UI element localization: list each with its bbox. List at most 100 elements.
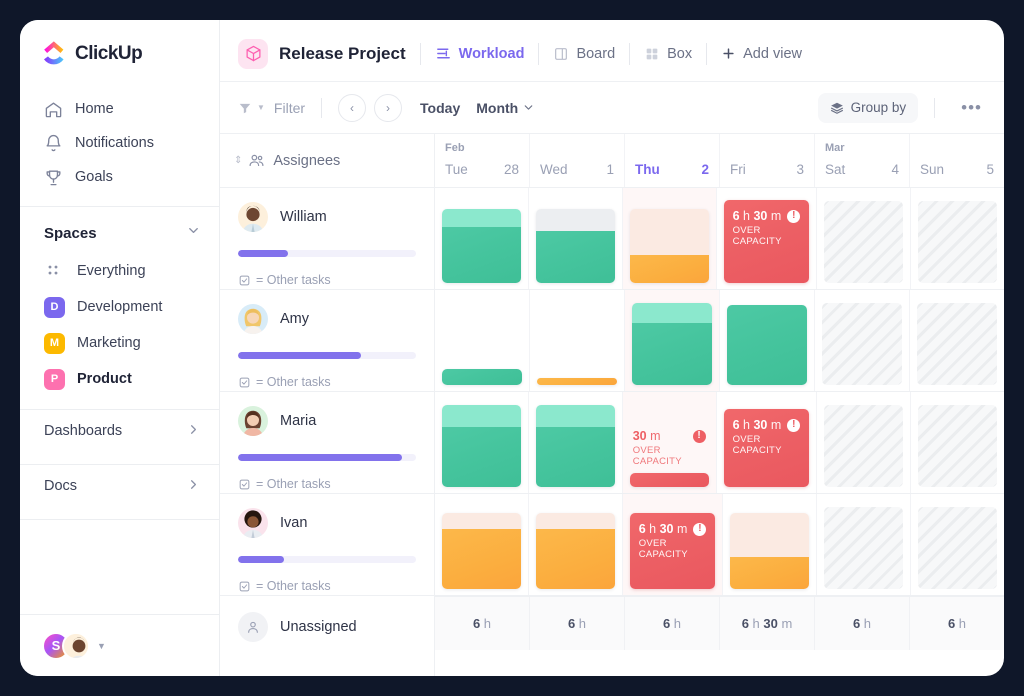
next-period-button[interactable]: › (374, 93, 403, 122)
assignee-row-amy[interactable]: Amy = Other tasks (220, 290, 434, 392)
assignee-identity: Unassigned (238, 612, 416, 642)
calendar-cell[interactable] (529, 290, 624, 391)
divider (706, 42, 708, 65)
other-tasks-row[interactable]: = Other tasks (238, 579, 416, 593)
sidebar-item-notifications[interactable]: Notifications (20, 126, 219, 160)
day-header-sun[interactable]: Sun 5 (909, 134, 1004, 187)
project-cube-icon (238, 38, 268, 69)
tab-box[interactable]: Box (644, 46, 692, 62)
day-header-sat[interactable]: Mar Sat 4 (814, 134, 909, 187)
workload-block[interactable] (537, 378, 617, 385)
calendar-cell[interactable] (909, 290, 1004, 391)
workload-block[interactable] (535, 209, 615, 283)
workload-block[interactable] (629, 209, 709, 283)
assignee-row-william[interactable]: William = Other tasks (220, 188, 434, 290)
chevron-down-icon[interactable]: ▼ (97, 641, 106, 651)
brand-logo[interactable]: ClickUp (20, 26, 219, 82)
calendar-cell[interactable]: 30 m! OVER CAPACITY (621, 392, 716, 493)
day-header-tue[interactable]: Feb Tue 28 (435, 134, 529, 187)
calendar-cell[interactable] (816, 188, 911, 289)
total-cell: 6 h (624, 597, 719, 650)
calendar-cell[interactable] (527, 188, 622, 289)
calendar-cell[interactable] (527, 494, 622, 595)
sidebar-item-product[interactable]: P Product (20, 361, 219, 397)
workload-block[interactable] (442, 209, 521, 283)
divider (629, 42, 631, 65)
calendar-cell[interactable] (435, 188, 528, 289)
capacity-progress-bar (238, 250, 416, 257)
workload-block[interactable] (629, 473, 709, 487)
calendar-cell[interactable] (814, 290, 909, 391)
workload-block[interactable] (727, 305, 807, 385)
spaces-section-header[interactable]: Spaces (20, 213, 219, 253)
over-capacity-block[interactable]: 6 h 30 m! OVER CAPACITY (723, 409, 810, 487)
calendar-cell[interactable] (816, 494, 911, 595)
assignee-row-ivan[interactable]: Ivan = Other tasks (220, 494, 434, 596)
other-tasks-label: = Other tasks (256, 273, 331, 287)
sidebar-item-everything[interactable]: Everything (20, 253, 219, 289)
sort-icon[interactable]: ⇕ (234, 155, 242, 166)
assignee-row-unassigned[interactable]: Unassigned (220, 596, 434, 660)
workload-segment (442, 227, 521, 283)
workload-block[interactable] (535, 513, 615, 589)
calendar-cell[interactable] (719, 290, 814, 391)
calendar-cell[interactable] (624, 290, 719, 391)
sidebar-item-development[interactable]: D Development (20, 289, 219, 325)
filter-button[interactable]: ▼ Filter (238, 100, 305, 116)
calendar-cell[interactable]: 6 h 30 m! OVER CAPACITY (715, 188, 817, 289)
sidebar-item-marketing[interactable]: M Marketing (20, 325, 219, 361)
chevron-down-icon[interactable] (186, 223, 201, 243)
add-view-button[interactable]: Add view (721, 46, 802, 62)
total-cell: 6 h (472, 616, 492, 631)
calendar-cell[interactable] (816, 392, 911, 493)
checkbox-task-icon (238, 274, 251, 287)
grid-dots-icon (44, 261, 65, 282)
calendar-cell[interactable] (722, 494, 816, 595)
range-select[interactable]: Month (476, 100, 535, 116)
add-view-label: Add view (743, 45, 802, 62)
assignee-row-maria[interactable]: Maria = Other tasks (220, 392, 434, 494)
assignees-header[interactable]: ⇕ Assignees (220, 134, 434, 188)
tab-workload[interactable]: Workload (435, 45, 524, 62)
over-capacity-block[interactable]: 6 h 30 m! OVER CAPACITY (723, 200, 810, 283)
over-capacity-block[interactable]: 6 h 30 m! OVER CAPACITY (629, 513, 716, 589)
workload-block[interactable] (535, 405, 615, 487)
other-tasks-row[interactable]: = Other tasks (238, 273, 416, 287)
workload-block[interactable] (442, 369, 522, 385)
other-tasks-row[interactable]: = Other tasks (238, 477, 416, 491)
calendar-cell[interactable]: 6 h 30 m! OVER CAPACITY (715, 392, 817, 493)
sidebar-item-home[interactable]: Home (20, 92, 219, 126)
calendar-cell[interactable]: 6 h 30 m! OVER CAPACITY (621, 494, 723, 595)
avatar-stack[interactable]: S (42, 631, 90, 660)
workspace-switcher[interactable]: S ▼ (20, 614, 219, 676)
workload-block[interactable] (442, 513, 521, 589)
other-tasks-row[interactable]: = Other tasks (238, 375, 416, 389)
sidebar-item-dashboards[interactable]: Dashboards (20, 410, 219, 452)
sidebar-item-docs[interactable]: Docs (20, 465, 219, 507)
calendar-cell[interactable] (435, 392, 528, 493)
workload-block[interactable] (632, 303, 712, 385)
tab-board[interactable]: Board (553, 46, 615, 62)
calendar-cell[interactable] (910, 494, 1004, 595)
workload-block[interactable] (442, 405, 521, 487)
weekend-cell (918, 507, 997, 589)
day-header-wed[interactable]: Wed 1 (529, 134, 624, 187)
workload-row: 30 m! OVER CAPACITY 6 h 30 m! OVER CAPACITY (435, 392, 1004, 494)
today-button[interactable]: Today (420, 100, 460, 116)
day-header-fri[interactable]: Fri 3 (719, 134, 814, 187)
calendar-cell[interactable] (435, 290, 529, 391)
day-header-thu[interactable]: Thu 2 (624, 134, 719, 187)
group-by-button[interactable]: Group by (817, 92, 919, 123)
calendar-cell[interactable] (527, 392, 622, 493)
calendar-cell[interactable] (910, 392, 1004, 493)
prev-period-button[interactable]: ‹ (338, 93, 367, 122)
workload-block[interactable] (730, 513, 810, 589)
calendar-cell[interactable] (435, 494, 528, 595)
workload-segment (442, 209, 521, 227)
over-capacity-text[interactable]: 30 m! OVER CAPACITY (630, 429, 709, 467)
calendar-cell[interactable] (621, 188, 716, 289)
space-label: Development (77, 299, 163, 315)
calendar-cell[interactable] (910, 188, 1004, 289)
sidebar-item-goals[interactable]: Goals (20, 160, 219, 194)
more-options-button[interactable]: ••• (955, 98, 988, 118)
